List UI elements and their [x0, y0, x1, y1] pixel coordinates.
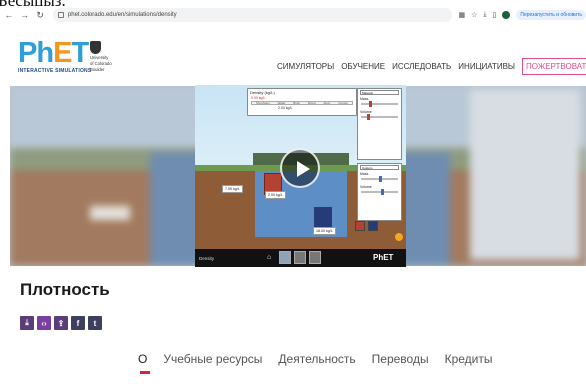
- browser-toolbar: ← → ↻ phet.colorado.edu/en/simulations/d…: [0, 6, 586, 24]
- scale-label: Brick: [293, 101, 300, 105]
- screen-thumb[interactable]: [279, 251, 291, 264]
- blue-block-tile[interactable]: [368, 221, 378, 231]
- browser-window: Бeсыцыз. ← → ↻ phet.colorado.edu/en/simu…: [0, 0, 586, 386]
- scale-label: Copper: [338, 101, 349, 105]
- reset-icon[interactable]: [395, 233, 403, 241]
- logo-e: E: [53, 37, 72, 69]
- donate-button[interactable]: ПОЖЕРТВОВАТЬ: [522, 58, 586, 75]
- block-a-controls: Material Mass Volume: [357, 88, 402, 160]
- reload-icon[interactable]: ↻: [33, 8, 47, 22]
- page-title: Плотность: [20, 280, 110, 299]
- density-scale: Styrofoam Water Brick Wood Alum Copper: [251, 101, 353, 105]
- material-select-b[interactable]: Custom: [360, 165, 399, 170]
- address-bar[interactable]: phet.colorado.edu/en/simulations/density: [52, 8, 453, 22]
- university-shield-icon: [90, 41, 101, 54]
- tab-about[interactable]: О: [138, 352, 147, 366]
- logo-ph: Ph: [18, 37, 54, 69]
- nav-teaching[interactable]: ОБУЧЕНИЕ: [341, 62, 385, 71]
- site-header: PhET INTERACTIVE SIMULATIONS University …: [0, 28, 586, 86]
- active-tab-indicator: [140, 371, 150, 374]
- main-nav: СИМУЛЯТОРЫ ОБУЧЕНИЕ ИССЛЕДОВАТЬ ИНИЦИАТИ…: [277, 58, 586, 75]
- nav-research[interactable]: ИССЛЕДОВАТЬ: [392, 62, 451, 71]
- mass-slider-b[interactable]: [361, 176, 398, 182]
- download-sim-icon[interactable]: ⤓: [20, 316, 34, 330]
- forward-icon[interactable]: →: [18, 8, 32, 22]
- scale-label: Water: [277, 101, 286, 105]
- screen-thumb[interactable]: [294, 251, 306, 264]
- mass-slider[interactable]: [361, 101, 398, 107]
- facebook-icon[interactable]: f: [71, 316, 85, 330]
- tab-credits[interactable]: Кредиты: [445, 352, 493, 366]
- blue-block: [314, 207, 332, 227]
- share-icon[interactable]: ⇪: [54, 316, 68, 330]
- volume-slider[interactable]: [361, 114, 398, 120]
- content-tabs: О Учебные ресурсы Деятельность Переводы …: [138, 352, 509, 366]
- embed-icon[interactable]: ‹›: [37, 316, 51, 330]
- twitter-icon[interactable]: t: [88, 316, 102, 330]
- block-label-b: 2.00 kg/L: [265, 191, 286, 199]
- red-block-tile[interactable]: [355, 221, 365, 231]
- url-text: phet.colorado.edu/en/simulations/density: [67, 12, 177, 18]
- home-icon[interactable]: ⌂: [267, 254, 271, 261]
- university-logo[interactable]: University of Colorado Boulder: [90, 41, 120, 75]
- material-select[interactable]: Material: [360, 90, 399, 95]
- play-icon: [297, 161, 310, 177]
- tab-activities[interactable]: Деятельность: [278, 352, 355, 366]
- university-line-2: of Colorado: [90, 61, 112, 66]
- scale-label: Alum: [323, 101, 331, 105]
- block-selector: [355, 221, 378, 231]
- phet-logo[interactable]: PhET INTERACTIVE SIMULATIONS: [18, 37, 91, 78]
- block-b-controls: Custom Mass Volume: [357, 163, 402, 221]
- site-info-icon[interactable]: [57, 12, 64, 18]
- university-line-1: University: [90, 55, 109, 60]
- density-panel-title: Density (kg/L): [250, 90, 275, 95]
- screen-selector: [279, 251, 321, 264]
- download-icon[interactable]: ⤓: [483, 11, 486, 19]
- logo-subtitle: INTERACTIVE SIMULATIONS: [18, 68, 92, 74]
- block-label-c: 18.00 kg/L: [313, 227, 336, 235]
- sim-title: Density: [199, 255, 215, 261]
- back-icon[interactable]: ←: [2, 8, 16, 22]
- extensions-icon[interactable]: ▦: [458, 11, 465, 19]
- volume-slider-b[interactable]: [361, 189, 398, 195]
- mass-label: Mass: [360, 97, 369, 101]
- tab-translations[interactable]: Переводы: [372, 352, 429, 366]
- share-toolbar: ⤓ ‹› ⇪ f t: [20, 316, 102, 330]
- block-label-a: 7.00 kg/L: [222, 185, 243, 193]
- volume-label-b: Volume: [360, 185, 372, 189]
- bookmark-star-icon[interactable]: ☆: [471, 11, 477, 19]
- relaunch-button[interactable]: Перезапустить и обновить: [516, 10, 586, 20]
- profile-avatar[interactable]: [502, 11, 511, 19]
- screen-thumb[interactable]: [309, 251, 321, 264]
- simulation-preview[interactable]: 7.00 kg/L 2.00 kg/L 18.00 kg/L Density (…: [195, 85, 406, 267]
- volume-label: Volume: [360, 110, 372, 114]
- sidepanel-icon[interactable]: ▯: [493, 11, 497, 19]
- tab-teaching-resources[interactable]: Учебные ресурсы: [163, 352, 262, 366]
- nav-simulations[interactable]: СИМУЛЯТОРЫ: [277, 62, 334, 71]
- density-readout-panel: Density (kg/L) 0.90 kg/L Styrofoam Water…: [247, 88, 357, 116]
- university-line-3: Boulder: [90, 67, 105, 72]
- logo-t: T: [71, 37, 89, 69]
- simulation-navbar: Density ⌂ PhET: [195, 249, 406, 267]
- density-value-secondary: 2.00 kg/L: [278, 106, 293, 110]
- scale-label: Wood: [307, 101, 316, 105]
- phet-menu-logo[interactable]: PhET: [373, 253, 393, 262]
- play-button[interactable]: [280, 148, 320, 188]
- nav-initiatives[interactable]: ИНИЦИАТИВЫ: [458, 62, 515, 71]
- scale-label: Styrofoam: [255, 101, 270, 105]
- density-value: 0.90 kg/L: [251, 96, 266, 100]
